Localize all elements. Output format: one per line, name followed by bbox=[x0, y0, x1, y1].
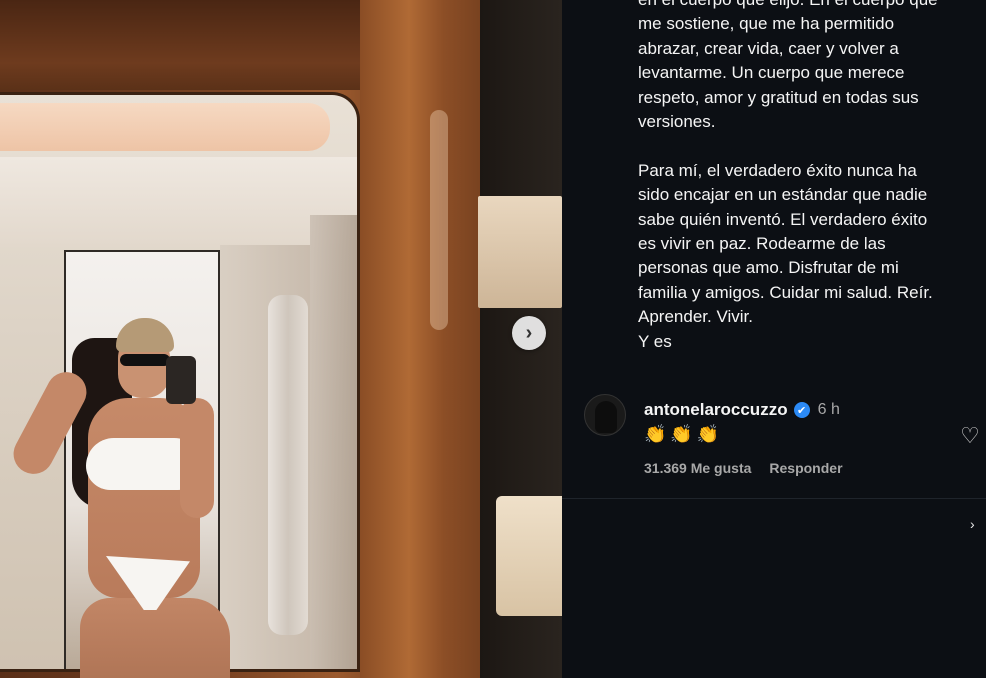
caption-line: me sostiene, que me ha permitido bbox=[638, 14, 895, 34]
right-arm bbox=[180, 398, 214, 518]
reply-button[interactable]: Responder bbox=[769, 460, 842, 476]
caption-line: levantarme. Un cuerpo que merece bbox=[638, 63, 905, 83]
caption-line: sido encajar en un estándar que nadie bbox=[638, 185, 928, 205]
caption-line: Para mí, el verdadero éxito nunca ha bbox=[638, 160, 917, 180]
wood-column bbox=[360, 0, 500, 678]
avatar-hair bbox=[595, 401, 617, 433]
caption-line: sabe quién inventó. El verdadero éxito bbox=[638, 209, 928, 229]
comment-username[interactable]: antonelaroccuzzo bbox=[644, 400, 788, 420]
post-photo[interactable]: › bbox=[0, 0, 562, 678]
sink bbox=[496, 496, 562, 616]
phone bbox=[166, 356, 196, 404]
glass-panel bbox=[310, 215, 357, 669]
caption-line: familia y amigos. Cuidar mi salud. Reír. bbox=[638, 282, 933, 302]
next-image-button[interactable]: › bbox=[512, 316, 546, 350]
chevron-right-icon[interactable]: › bbox=[970, 516, 975, 532]
likes-count[interactable]: 31.369 Me gusta bbox=[644, 460, 751, 476]
wood-reflection bbox=[430, 110, 448, 330]
divider bbox=[562, 498, 986, 499]
shelf bbox=[478, 196, 562, 308]
person-figure bbox=[6, 318, 230, 678]
caption-line: abrazar, crear vida, caer y volver a bbox=[638, 38, 899, 58]
comment: antonelaroccuzzo ✔ 6 h 👏👏👏 31.369 Me gus… bbox=[582, 392, 986, 482]
caption-panel: en el cuerpo que elijo. En el cuerpo que… bbox=[562, 0, 986, 678]
caption-line: Aprender. Vivir. bbox=[638, 307, 753, 327]
hanging-towel bbox=[268, 295, 308, 635]
chevron-right-icon: › bbox=[525, 321, 533, 344]
caption-line: Y es bbox=[638, 331, 672, 351]
comment-header: antonelaroccuzzo ✔ 6 h bbox=[644, 400, 840, 420]
verified-badge-icon: ✔ bbox=[793, 402, 810, 418]
comment-text: 👏👏👏 bbox=[644, 424, 724, 444]
comment-meta: 31.369 Me gusta Responder bbox=[644, 460, 843, 476]
legs bbox=[80, 598, 230, 678]
heart-icon[interactable]: ♡ bbox=[958, 424, 982, 448]
caption-line: respeto, amor y gratitud en todas sus bbox=[638, 87, 919, 107]
cap bbox=[116, 318, 174, 352]
caption-line bbox=[638, 134, 978, 158]
post-caption: en el cuerpo que elijo. En el cuerpo que… bbox=[638, 0, 978, 354]
caption-line: personas que amo. Disfrutar de mi bbox=[638, 258, 899, 278]
ceiling-light bbox=[0, 103, 330, 151]
sunglasses bbox=[120, 354, 170, 366]
caption-line: versiones. bbox=[638, 112, 716, 132]
comment-time[interactable]: 6 h bbox=[818, 401, 840, 419]
reflected-ceiling bbox=[0, 157, 357, 247]
caption-line: en el cuerpo que elijo. En el cuerpo que bbox=[638, 0, 978, 12]
avatar[interactable] bbox=[584, 394, 626, 436]
caption-line: es vivir en paz. Rodearme de las bbox=[638, 234, 886, 254]
